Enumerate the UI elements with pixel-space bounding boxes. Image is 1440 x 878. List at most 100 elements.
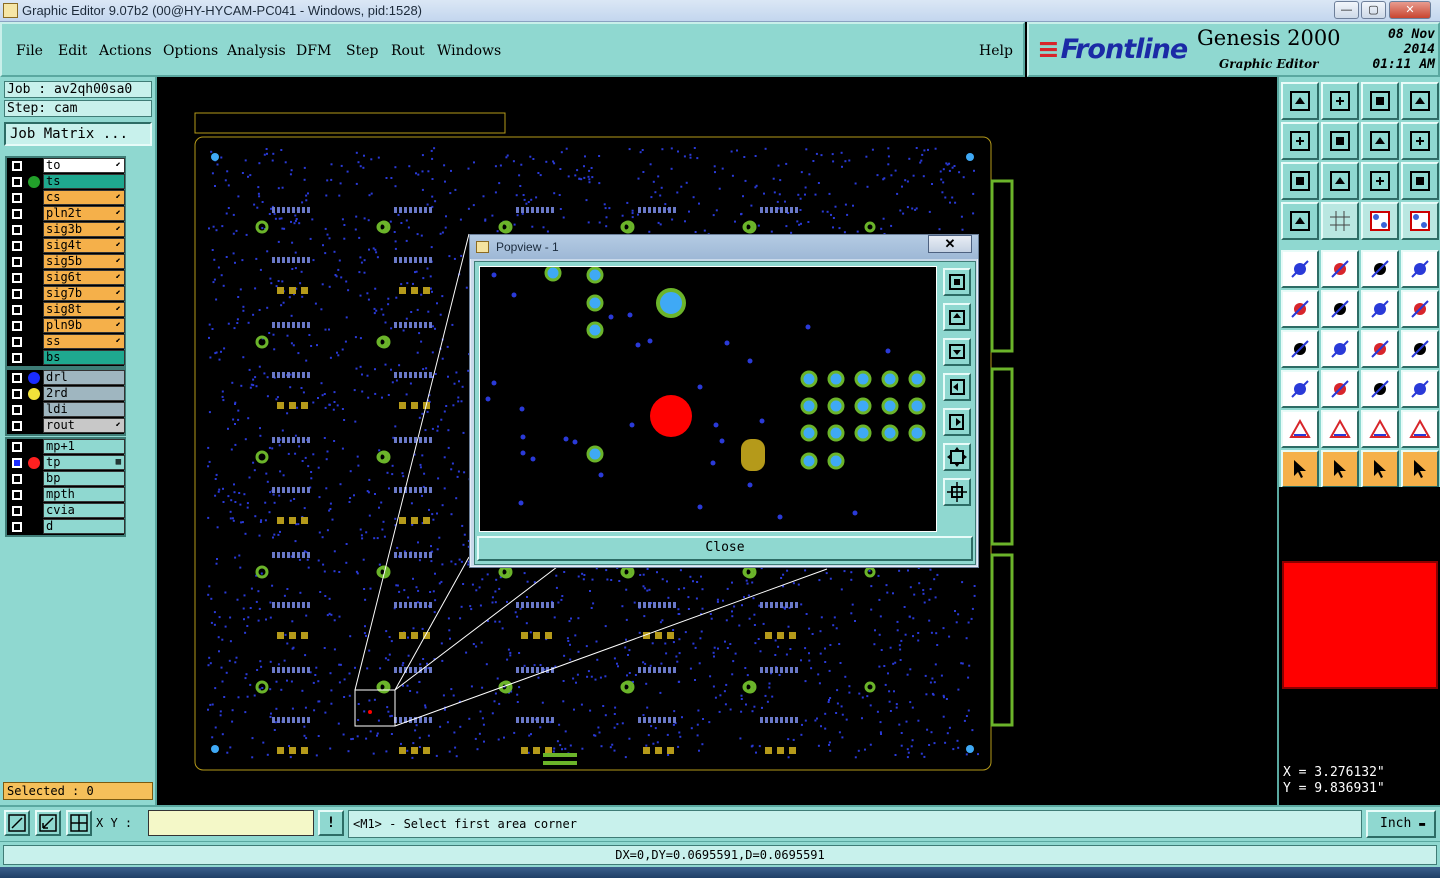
zoom-page-button[interactable] xyxy=(1321,82,1359,120)
layer-row-ss[interactable]: ss ⬋ xyxy=(7,334,125,350)
layer-name[interactable]: bp xyxy=(43,471,125,486)
triangle-a-button[interactable] xyxy=(1281,410,1319,448)
triangle-d-button[interactable] xyxy=(1401,410,1439,448)
popview-pan-left-button[interactable] xyxy=(943,373,971,401)
layer-name[interactable]: mp+1 xyxy=(43,439,125,454)
flip-button[interactable] xyxy=(1401,330,1439,368)
layer-row-rout[interactable]: rout ⬋ xyxy=(7,418,125,434)
layer-checkbox[interactable] xyxy=(12,373,22,383)
layer-row-ldi[interactable]: ldi xyxy=(7,402,125,418)
layer-checkbox[interactable] xyxy=(12,353,22,363)
popview-pan-down-button[interactable] xyxy=(943,338,971,366)
layer-checkbox[interactable] xyxy=(12,193,22,203)
layer-checkbox[interactable] xyxy=(12,177,22,187)
mirror-button[interactable] xyxy=(1361,122,1399,160)
menu-step[interactable]: Step xyxy=(346,43,378,59)
measure-button[interactable] xyxy=(35,810,61,836)
triangle-c-button[interactable] xyxy=(1361,410,1399,448)
popview-pan-right-button[interactable] xyxy=(943,408,971,436)
zoom-area-button[interactable] xyxy=(4,810,30,836)
layer-row-cvia[interactable]: cvia xyxy=(7,503,125,519)
snap-a-button[interactable] xyxy=(1361,202,1399,240)
layer-row-pln2t[interactable]: pln2t ⬋ xyxy=(7,206,125,222)
cross-button[interactable] xyxy=(1321,290,1359,328)
layer-name[interactable]: sig7b ⬋ xyxy=(43,286,125,301)
menu-analysis[interactable]: Analysis xyxy=(227,43,286,59)
menu-windows[interactable]: Windows xyxy=(437,43,501,59)
layer-name[interactable]: ss ⬋ xyxy=(43,334,125,349)
step-button[interactable] xyxy=(1281,370,1319,408)
layer-row-sig5b[interactable]: sig5b ⬋ xyxy=(7,254,125,270)
layer-row-mp1[interactable]: mp+1 xyxy=(7,439,125,455)
triangle-b-button[interactable] xyxy=(1321,410,1359,448)
layer-name[interactable]: to ⬋ xyxy=(43,158,125,173)
pan-right-button[interactable] xyxy=(1321,122,1359,160)
layer-row-cs[interactable]: cs ⬋ xyxy=(7,190,125,206)
layer-name[interactable]: cs ⬋ xyxy=(43,190,125,205)
snap-b-button[interactable] xyxy=(1401,202,1439,240)
help-query-button[interactable] xyxy=(1401,162,1439,200)
menu-file[interactable]: File xyxy=(16,43,43,59)
copy-button[interactable] xyxy=(1401,370,1439,408)
layer-row-drl[interactable]: drl xyxy=(7,370,125,386)
grid-button[interactable] xyxy=(1321,202,1359,240)
popview-zoom-in-button[interactable] xyxy=(943,268,971,296)
zoom-home-button[interactable] xyxy=(1281,82,1319,120)
connect-button[interactable] xyxy=(1281,290,1319,328)
layer-checkbox[interactable] xyxy=(12,305,22,315)
layer-checkbox[interactable] xyxy=(12,522,22,532)
filter-button[interactable] xyxy=(1281,202,1319,240)
layer-checkbox[interactable] xyxy=(12,421,22,431)
layer-row-2rd[interactable]: 2rd xyxy=(7,386,125,402)
layer-name[interactable]: sig4t ⬋ xyxy=(43,238,125,253)
home-window-button[interactable] xyxy=(1361,82,1399,120)
layer-checkbox[interactable] xyxy=(12,506,22,516)
rotate-button[interactable] xyxy=(1361,330,1399,368)
popview-pan-up-button[interactable] xyxy=(943,303,971,331)
layer-row-bp[interactable]: bp xyxy=(7,471,125,487)
layer-name[interactable]: rout ⬋ xyxy=(43,418,125,433)
slope-button[interactable] xyxy=(1321,330,1359,368)
layer-name[interactable]: cvia xyxy=(43,503,125,518)
layer-name[interactable]: bs xyxy=(43,350,125,365)
select-pad-button[interactable] xyxy=(1281,250,1319,288)
layer-checkbox[interactable] xyxy=(12,161,22,171)
layer-checkbox[interactable] xyxy=(12,405,22,415)
popview-zoom-view[interactable] xyxy=(479,266,937,532)
layer-checkbox[interactable] xyxy=(12,389,22,399)
layer-row-bs[interactable]: bs xyxy=(7,350,125,366)
route-button[interactable] xyxy=(1401,290,1439,328)
layer-row-ts[interactable]: ts xyxy=(7,174,125,190)
xy-input[interactable] xyxy=(148,810,314,836)
line-width-button[interactable] xyxy=(1321,370,1359,408)
layer-row-to[interactable]: to ⬋ xyxy=(7,158,125,174)
layer-name[interactable]: sig3b ⬋ xyxy=(43,222,125,237)
layer-row-d[interactable]: d xyxy=(7,519,125,535)
select-arrow-button[interactable] xyxy=(1361,450,1399,488)
scale-1-2-button[interactable] xyxy=(1361,162,1399,200)
fit-button[interactable] xyxy=(1281,162,1319,200)
layer-row-mpth[interactable]: mpth xyxy=(7,487,125,503)
pointer-button[interactable] xyxy=(1281,450,1319,488)
minimize-button[interactable]: — xyxy=(1334,1,1359,19)
layer-checkbox[interactable] xyxy=(12,490,22,500)
popview-close-button[interactable]: Close xyxy=(477,536,973,561)
layer-checkbox[interactable] xyxy=(12,337,22,347)
select-multi-button[interactable] xyxy=(1401,450,1439,488)
layer-checkbox[interactable] xyxy=(12,442,22,452)
layer-checkbox[interactable] xyxy=(12,257,22,267)
layer-checkbox[interactable] xyxy=(12,225,22,235)
draw-line-button[interactable] xyxy=(1321,250,1359,288)
center-button[interactable] xyxy=(1321,162,1359,200)
popview-center-button[interactable] xyxy=(943,478,971,506)
layer-name[interactable]: pln2t ⬋ xyxy=(43,206,125,221)
layer-checkbox[interactable] xyxy=(12,209,22,219)
layer-row-sig8t[interactable]: sig8t ⬋ xyxy=(7,302,125,318)
layer-name[interactable]: drl xyxy=(43,370,125,385)
ruler-button[interactable] xyxy=(1361,250,1399,288)
snap-grid-button[interactable] xyxy=(66,810,92,836)
layer-checkbox[interactable] xyxy=(12,458,22,468)
menu-rout[interactable]: Rout xyxy=(391,43,425,59)
layer-row-sig6t[interactable]: sig6t ⬋ xyxy=(7,270,125,286)
pad-button[interactable] xyxy=(1401,250,1439,288)
